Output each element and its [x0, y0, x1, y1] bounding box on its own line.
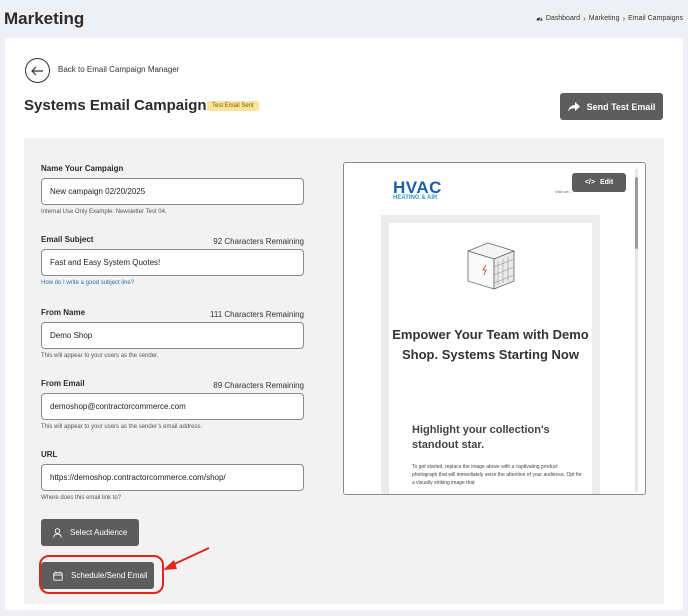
email-hero-title: Empower Your Team with Demo Shop. System… — [392, 327, 589, 362]
share-arrow-icon — [567, 101, 580, 111]
breadcrumb-email-campaigns: Email Campaigns — [628, 15, 683, 22]
chevron-right-icon: › — [622, 14, 626, 23]
edit-email-button[interactable]: </> Edit — [572, 173, 626, 192]
from-name-input[interactable]: Demo Shop — [41, 322, 304, 349]
back-link[interactable]: Back to Email Campaign Manager — [58, 65, 179, 74]
url-helper: Where does this email link to? — [41, 495, 122, 501]
email-body-text: To get started, replace the image above … — [412, 464, 582, 486]
annotation-arrow-icon — [163, 547, 210, 570]
page-title: Marketing — [4, 9, 85, 28]
breadcrumb-marketing[interactable]: Marketing — [589, 15, 620, 22]
chevron-right-icon: › — [583, 14, 586, 23]
code-icon: </> — [584, 179, 595, 186]
from-name-label: From Name — [41, 308, 86, 317]
url-label: URL — [41, 450, 58, 459]
select-audience-button[interactable]: Select Audience — [41, 519, 139, 546]
hvac-logo-subtext: HEATING & AIR — [393, 195, 438, 201]
visit-website-link[interactable]: Visit we... — [555, 189, 572, 194]
subject-help-link[interactable]: How do I write a good subject line? — [41, 280, 134, 286]
url-input[interactable]: https://demoshop.contractorcommerce.com/… — [41, 464, 304, 491]
product-box-icon — [466, 242, 516, 290]
email-canvas: HVAC HEATING & AIR Visit we... Empower Y… — [381, 163, 600, 494]
campaign-title: Systems Email Campaign — [24, 97, 207, 114]
email-header: HVAC HEATING & AIR Visit we... — [381, 163, 600, 215]
edit-label: Edit — [599, 179, 614, 186]
email-subject-label: Email Subject — [41, 235, 94, 244]
from-email-chars-remaining: 89 Characters Remaining — [213, 381, 304, 390]
from-name-chars-remaining: 111 Characters Remaining — [210, 310, 304, 319]
campaign-card: Back to Email Campaign Manager Systems E… — [5, 38, 683, 610]
dashboard-icon — [536, 15, 543, 23]
send-test-email-label: Send Test Email — [586, 101, 656, 112]
email-body: Empower Your Team with Demo Shop. System… — [389, 223, 592, 494]
email-preview: HVAC HEATING & AIR Visit we... Empower Y… — [343, 162, 646, 495]
from-email-helper: This will appear to your users as the se… — [41, 424, 203, 430]
user-icon — [53, 527, 62, 538]
campaign-name-input[interactable]: New campaign 02/20/2025 — [41, 178, 304, 205]
from-email-input[interactable]: demoshop@contractorcommerce.com — [41, 393, 304, 420]
subject-chars-remaining: 92 Characters Remaining — [213, 237, 304, 246]
campaign-name-helper: Internal Use Only Example: Newsletter Te… — [41, 209, 167, 215]
breadcrumb-dashboard[interactable]: Dashboard — [546, 15, 580, 22]
from-name-helper: This will appear to your users as the se… — [41, 353, 159, 359]
campaign-name-label: Name Your Campaign — [41, 164, 124, 173]
annotation-highlight — [39, 555, 164, 594]
send-test-email-button[interactable]: Send Test Email — [560, 93, 663, 120]
email-subtitle: Highlight your collection's standout sta… — [412, 424, 550, 451]
preview-scrollbar-thumb[interactable] — [635, 177, 638, 249]
from-email-label: From Email — [41, 379, 85, 388]
arrow-left-icon — [31, 66, 43, 75]
breadcrumb: Dashboard › Marketing › Email Campaigns — [536, 14, 683, 23]
status-badge: Test Email Sent — [207, 101, 259, 111]
preview-scrollbar[interactable] — [635, 169, 638, 492]
email-subject-input[interactable]: Fast and Easy System Quotes! — [41, 249, 304, 276]
select-audience-label: Select Audience — [70, 528, 128, 537]
back-button[interactable] — [25, 58, 50, 83]
